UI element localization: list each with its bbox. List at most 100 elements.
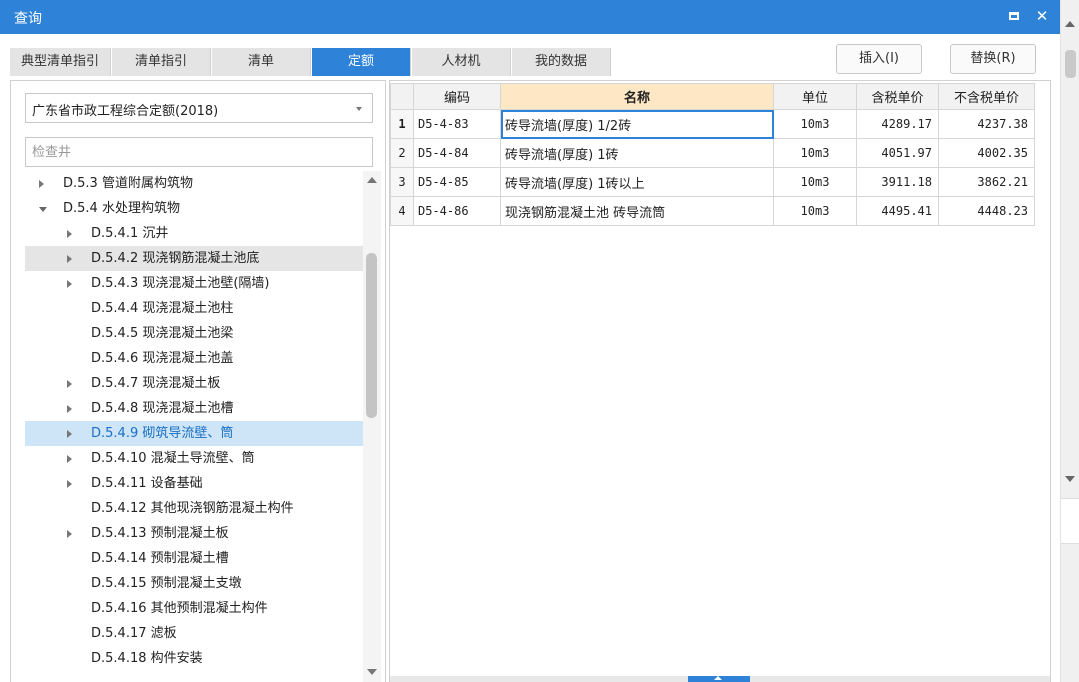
tree-item[interactable]: D.5.4.18 构件安装 xyxy=(25,646,363,671)
tree-item[interactable]: D.5.4.15 预制混凝土支墩 xyxy=(25,571,363,596)
cell-notax-price[interactable]: 3862.21 xyxy=(938,167,1035,197)
insert-button[interactable]: 插入(I) xyxy=(836,44,922,74)
scroll-down-icon[interactable] xyxy=(1065,476,1075,482)
cell-name[interactable]: 现浇钢筋混凝土池 砖导流筒 xyxy=(500,196,774,226)
cell-tax-price[interactable]: 3911.18 xyxy=(856,167,939,197)
replace-button[interactable]: 替换(R) xyxy=(950,44,1036,74)
collapsed-arrow-icon[interactable] xyxy=(67,405,72,413)
tree-item-label: D.5.4.6 现浇混凝土池盖 xyxy=(91,351,234,366)
tree-item[interactable]: D.5.4.16 其他预制混凝土构件 xyxy=(25,596,363,621)
tree-item[interactable]: D.5.4.4 现浇混凝土池柱 xyxy=(25,296,363,321)
tree-item[interactable]: D.5.4.12 其他现浇钢筋混凝土构件 xyxy=(25,496,363,521)
cell-name[interactable]: 砖导流墙(厚度) 1/2砖 xyxy=(500,109,774,139)
tree-item[interactable]: D.5.4.9 砌筑导流壁、筒 xyxy=(25,421,363,446)
column-header-unit[interactable]: 单位 xyxy=(773,83,857,110)
tree-item-label: D.5.4.5 现浇混凝土池梁 xyxy=(91,326,234,341)
table-row[interactable]: 1 D5-4-83 砖导流墙(厚度) 1/2砖 10m3 4289.17 423… xyxy=(390,109,1035,139)
search-input[interactable] xyxy=(25,137,373,167)
library-select-value: 广东省市政工程综合定额(2018) xyxy=(32,104,219,119)
cell-code[interactable]: D5-4-86 xyxy=(413,196,501,226)
tree-item-label: D.5.4.1 沉井 xyxy=(91,226,169,241)
grid-horizontal-scrollbar[interactable] xyxy=(390,676,1050,682)
tab-bill-guide[interactable]: 清单指引 xyxy=(112,48,211,76)
tree-item[interactable]: D.5.4 水处理构筑物 xyxy=(25,196,363,221)
cell-unit[interactable]: 10m3 xyxy=(773,167,857,197)
cell-name[interactable]: 砖导流墙(厚度) 1砖以上 xyxy=(500,167,774,197)
tree-item-label: D.5.4.10 混凝土导流壁、筒 xyxy=(91,451,255,466)
cell-tax-price[interactable]: 4495.41 xyxy=(856,196,939,226)
cell-code[interactable]: D5-4-83 xyxy=(413,109,501,139)
scroll-thumb[interactable] xyxy=(366,253,377,418)
tree-item-label: D.5.4.3 现浇混凝土池壁(隔墙) xyxy=(91,276,270,291)
cell-unit[interactable]: 10m3 xyxy=(773,196,857,226)
cell-unit[interactable]: 10m3 xyxy=(773,138,857,168)
tab-labor-material-machine[interactable]: 人材机 xyxy=(412,48,511,76)
cell-name[interactable]: 砖导流墙(厚度) 1砖 xyxy=(500,138,774,168)
cell-unit[interactable]: 10m3 xyxy=(773,109,857,139)
tree-item[interactable]: D.5.4.1 沉井 xyxy=(25,221,363,246)
tree-item[interactable]: D.5.4.17 滤板 xyxy=(25,621,363,646)
table-row[interactable]: 2 D5-4-84 砖导流墙(厚度) 1砖 10m3 4051.97 4002.… xyxy=(390,138,1035,168)
tree-item[interactable]: D.5.4.10 混凝土导流壁、筒 xyxy=(25,446,363,471)
close-button[interactable]: ✕ xyxy=(1033,7,1051,25)
collapsed-arrow-icon[interactable] xyxy=(67,530,72,538)
cell-notax-price[interactable]: 4237.38 xyxy=(938,109,1035,139)
table-row[interactable]: 3 D5-4-85 砖导流墙(厚度) 1砖以上 10m3 3911.18 386… xyxy=(390,167,1035,197)
tree-item-label: D.5.4.17 滤板 xyxy=(91,626,177,641)
maximize-button[interactable] xyxy=(1005,7,1023,25)
collapsed-arrow-icon[interactable] xyxy=(67,230,72,238)
column-header-notax-price[interactable]: 不含税单价 xyxy=(938,83,1035,110)
cell-tax-price[interactable]: 4051.97 xyxy=(856,138,939,168)
column-header-name[interactable]: 名称 xyxy=(500,83,774,110)
collapsed-arrow-icon[interactable] xyxy=(67,455,72,463)
collapsed-arrow-icon[interactable] xyxy=(67,380,72,388)
row-number: 3 xyxy=(390,167,414,197)
cell-notax-price[interactable]: 4002.35 xyxy=(938,138,1035,168)
library-select[interactable]: 广东省市政工程综合定额(2018) xyxy=(25,93,373,123)
tree-scrollbar[interactable] xyxy=(363,171,381,682)
table-row[interactable]: 4 D5-4-86 现浇钢筋混凝土池 砖导流筒 10m3 4495.41 444… xyxy=(390,196,1035,226)
scroll-up-icon[interactable] xyxy=(1065,21,1075,27)
cell-tax-price[interactable]: 4289.17 xyxy=(856,109,939,139)
cell-notax-price[interactable]: 4448.23 xyxy=(938,196,1035,226)
tree-item-label: D.5.4.18 构件安装 xyxy=(91,651,203,666)
scroll-down-icon[interactable] xyxy=(367,669,377,675)
tab-bill[interactable]: 清单 xyxy=(212,48,311,76)
tree-item[interactable]: D.5.3 管道附属构筑物 xyxy=(25,171,363,196)
tree-item[interactable]: D.5.4.7 现浇混凝土板 xyxy=(25,371,363,396)
row-number-header xyxy=(390,83,414,110)
tree-item[interactable]: D.5.4.2 现浇钢筋混凝土池底 xyxy=(25,246,363,271)
collapsed-arrow-icon[interactable] xyxy=(67,430,72,438)
column-header-code[interactable]: 编码 xyxy=(413,83,501,110)
row-number: 2 xyxy=(390,138,414,168)
tree-item[interactable]: D.5.4.3 现浇混凝土池壁(隔墙) xyxy=(25,271,363,296)
tab-quota[interactable]: 定额 xyxy=(312,48,411,76)
tree-item[interactable]: D.5.4.14 预制混凝土槽 xyxy=(25,546,363,571)
tab-my-data[interactable]: 我的数据 xyxy=(512,48,611,76)
scroll-thumb[interactable] xyxy=(1065,50,1076,78)
row-number: 4 xyxy=(390,196,414,226)
tab-typical-bill-guide[interactable]: 典型清单指引 xyxy=(10,48,111,76)
collapsed-arrow-icon[interactable] xyxy=(67,255,72,263)
collapsed-arrow-icon[interactable] xyxy=(67,280,72,288)
tree-item[interactable]: D.5.4.13 预制混凝土板 xyxy=(25,521,363,546)
cell-code[interactable]: D5-4-85 xyxy=(413,167,501,197)
column-header-tax-price[interactable]: 含税单价 xyxy=(856,83,939,110)
scroll-grip-icon xyxy=(714,676,722,680)
collapsed-arrow-icon[interactable] xyxy=(67,480,72,488)
tree-item-label: D.5.4.4 现浇混凝土池柱 xyxy=(91,301,234,316)
tree-item[interactable]: D.5.4.5 现浇混凝土池梁 xyxy=(25,321,363,346)
cell-code[interactable]: D5-4-84 xyxy=(413,138,501,168)
tree-item-label: D.5.3 管道附属构筑物 xyxy=(63,176,193,191)
collapsed-arrow-icon[interactable] xyxy=(39,180,44,188)
scroll-up-icon[interactable] xyxy=(367,177,377,183)
tree-item[interactable]: D.5.4.11 设备基础 xyxy=(25,471,363,496)
tree-item-label: D.5.4.12 其他现浇钢筋混凝土构件 xyxy=(91,501,294,516)
window-title: 查询 xyxy=(14,11,42,27)
window-scrollbar[interactable] xyxy=(1060,0,1079,682)
expanded-arrow-icon[interactable] xyxy=(39,207,47,212)
quota-table: 编码 名称 单位 含税单价 不含税单价 1 D5-4-83 砖导流墙(厚度) 1… xyxy=(390,83,1035,226)
scroll-track-segment xyxy=(1061,498,1079,544)
tree-item[interactable]: D.5.4.8 现浇混凝土池槽 xyxy=(25,396,363,421)
tree-item[interactable]: D.5.4.6 现浇混凝土池盖 xyxy=(25,346,363,371)
